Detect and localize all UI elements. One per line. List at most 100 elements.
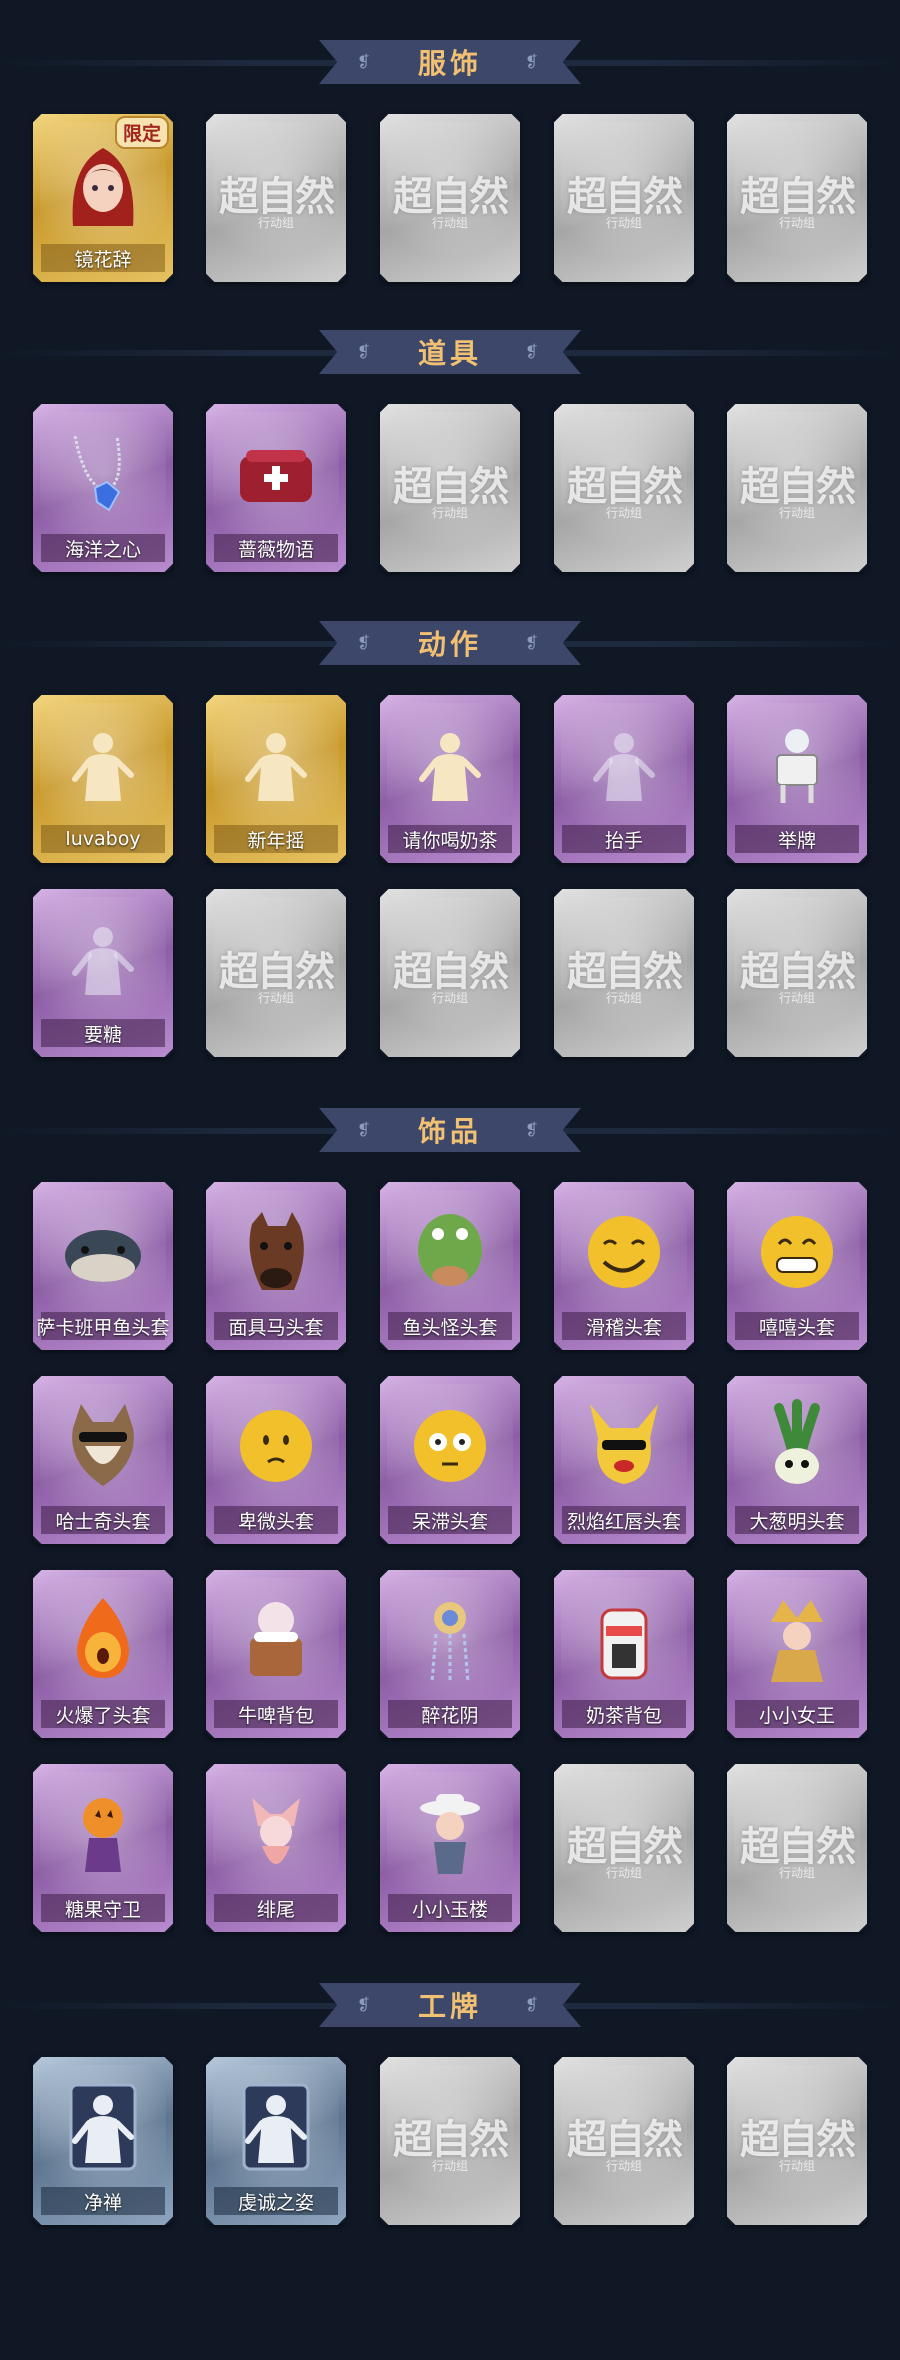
grin-face-mask-icon <box>727 1200 867 1304</box>
scroll-ornament-icon: ❡ <box>357 52 371 71</box>
item-name: 蔷薇物语 <box>237 538 314 561</box>
section-title: 动作 <box>417 628 482 661</box>
locked-item-card[interactable]: 超自然 行动组 <box>554 889 694 1057</box>
locked-item-card[interactable]: 超自然 行动组 <box>727 114 867 282</box>
locked-item-card[interactable]: 超自然 行动组 <box>727 2057 867 2225</box>
locked-item-card[interactable]: 超自然 行动组 <box>206 889 346 1057</box>
item-name: 新年摇 <box>247 829 305 852</box>
limited-badge: 限定 <box>114 116 169 149</box>
section-banner: ❡ 工牌 ❡ <box>0 1975 900 2035</box>
locked-item-card[interactable]: 超自然 行动组 <box>380 404 520 572</box>
locked-item-card[interactable]: 超自然 行动组 <box>554 2057 694 2225</box>
section-banner: ❡ 饰品 ❡ <box>0 1100 900 1160</box>
item-card[interactable]: 镜花辞 限定 <box>33 114 173 282</box>
dazed-face-mask-icon <box>380 1394 520 1498</box>
item-card[interactable]: 小小女王 <box>727 1570 867 1738</box>
id-card-silhouette-icon <box>33 2075 173 2179</box>
item-card[interactable]: 大葱明头套 <box>727 1376 867 1544</box>
placeholder-logo-subtext: 行动组 <box>605 216 642 230</box>
section-title: 道具 <box>417 337 482 370</box>
card-label-bar: 虔诚之姿 <box>214 2187 338 2215</box>
locked-item-card[interactable]: 超自然 行动组 <box>554 1764 694 1932</box>
locked-item-card[interactable]: 超自然 行动组 <box>206 114 346 282</box>
item-card[interactable]: 牛啤背包 <box>206 1570 346 1738</box>
section-banner: ❡ 动作 ❡ <box>0 613 900 673</box>
item-name: 奶茶背包 <box>585 1704 662 1727</box>
item-card[interactable]: 卑微头套 <box>206 1376 346 1544</box>
item-name: 牛啤背包 <box>237 1704 314 1727</box>
item-card[interactable]: 面具马头套 <box>206 1182 346 1350</box>
card-label-bar: 小小女王 <box>735 1700 859 1728</box>
item-name: 绯尾 <box>256 1898 295 1921</box>
item-card[interactable]: 小小玉楼 <box>380 1764 520 1932</box>
placeholder-logo-subtext: 行动组 <box>605 506 642 520</box>
section-banner-plate: ❡ 动作 ❡ <box>319 621 581 665</box>
scroll-ornament-icon: ❡ <box>525 1995 539 2014</box>
locked-item-card[interactable]: 超自然 行动组 <box>554 114 694 282</box>
item-card[interactable]: 蔷薇物语 <box>206 404 346 572</box>
locked-item-card[interactable]: 超自然 行动组 <box>727 404 867 572</box>
item-card[interactable]: 糖果守卫 <box>33 1764 173 1932</box>
locked-item-card[interactable]: 超自然 行动组 <box>380 114 520 282</box>
section-title: 服饰 <box>417 47 482 80</box>
item-card[interactable]: 鱼头怪头套 <box>380 1182 520 1350</box>
item-name: 小小女王 <box>758 1704 835 1727</box>
little-queen-icon <box>727 1588 867 1692</box>
card-label-bar: 镜花辞 <box>41 244 165 272</box>
item-card[interactable]: 举牌 <box>727 695 867 863</box>
card-label-bar: 净禅 <box>41 2187 165 2215</box>
card-label-bar: 火爆了头套 <box>41 1700 165 1728</box>
locked-item-card[interactable]: 超自然 行动组 <box>727 1764 867 1932</box>
item-card[interactable]: 滑稽头套 <box>554 1182 694 1350</box>
horse-head-mask-icon <box>206 1200 346 1304</box>
scroll-ornament-icon: ❡ <box>525 1120 539 1139</box>
card-label-bar: 大葱明头套 <box>735 1506 859 1534</box>
item-name: 虔诚之姿 <box>237 2191 314 2214</box>
section-title: 工牌 <box>417 1990 482 2023</box>
fire-mask-icon <box>33 1588 173 1692</box>
pose-silhouette-icon <box>380 713 520 817</box>
pose-silhouette-faded-icon <box>33 907 173 1011</box>
item-card[interactable]: 萨卡班甲鱼头套 <box>33 1182 173 1350</box>
card-label-bar: 面具马头套 <box>214 1312 338 1340</box>
item-card[interactable]: 烈焰红唇头套 <box>554 1376 694 1544</box>
scroll-ornament-icon: ❡ <box>357 342 371 361</box>
item-name: 哈士奇头套 <box>55 1510 151 1533</box>
placeholder-logo-subtext: 行动组 <box>778 506 815 520</box>
card-label-bar: 举牌 <box>735 825 859 853</box>
item-card[interactable]: 新年摇 <box>206 695 346 863</box>
sign-holder-icon <box>727 713 867 817</box>
item-card[interactable]: 呆滞头套 <box>380 1376 520 1544</box>
locked-item-card[interactable]: 超自然 行动组 <box>727 889 867 1057</box>
section-banner: ❡ 道具 ❡ <box>0 322 900 382</box>
item-card[interactable]: 哈士奇头套 <box>33 1376 173 1544</box>
placeholder-logo-subtext: 行动组 <box>257 991 294 1005</box>
item-card[interactable]: luvaboy <box>33 695 173 863</box>
item-card[interactable]: 绯尾 <box>206 1764 346 1932</box>
item-card[interactable]: 虔诚之姿 <box>206 2057 346 2225</box>
item-card[interactable]: 要糖 <box>33 889 173 1057</box>
item-card[interactable]: 火爆了头套 <box>33 1570 173 1738</box>
item-card[interactable]: 净禅 <box>33 2057 173 2225</box>
card-label-bar: 蔷薇物语 <box>214 534 338 562</box>
item-card[interactable]: 抬手 <box>554 695 694 863</box>
flower-ornament-icon <box>380 1588 520 1692</box>
locked-item-card[interactable]: 超自然 行动组 <box>380 889 520 1057</box>
card-label-bar: 抬手 <box>562 825 686 853</box>
item-card[interactable]: 请你喝奶茶 <box>380 695 520 863</box>
item-name: 举牌 <box>777 829 816 852</box>
humble-face-mask-icon <box>206 1394 346 1498</box>
item-card[interactable]: 嘻嘻头套 <box>727 1182 867 1350</box>
locked-item-card[interactable]: 超自然 行动组 <box>554 404 694 572</box>
item-card[interactable]: 醉花阴 <box>380 1570 520 1738</box>
scroll-ornament-icon: ❡ <box>525 342 539 361</box>
placeholder-logo-subtext: 行动组 <box>431 506 468 520</box>
card-label-bar: 鱼头怪头套 <box>388 1312 512 1340</box>
placeholder-logo-subtext: 行动组 <box>431 991 468 1005</box>
locked-item-card[interactable]: 超自然 行动组 <box>380 2057 520 2225</box>
item-card[interactable]: 海洋之心 <box>33 404 173 572</box>
card-label-bar: 哈士奇头套 <box>41 1506 165 1534</box>
card-label-bar: 绯尾 <box>214 1894 338 1922</box>
item-card[interactable]: 奶茶背包 <box>554 1570 694 1738</box>
blue-gem-necklace-icon <box>33 422 173 526</box>
